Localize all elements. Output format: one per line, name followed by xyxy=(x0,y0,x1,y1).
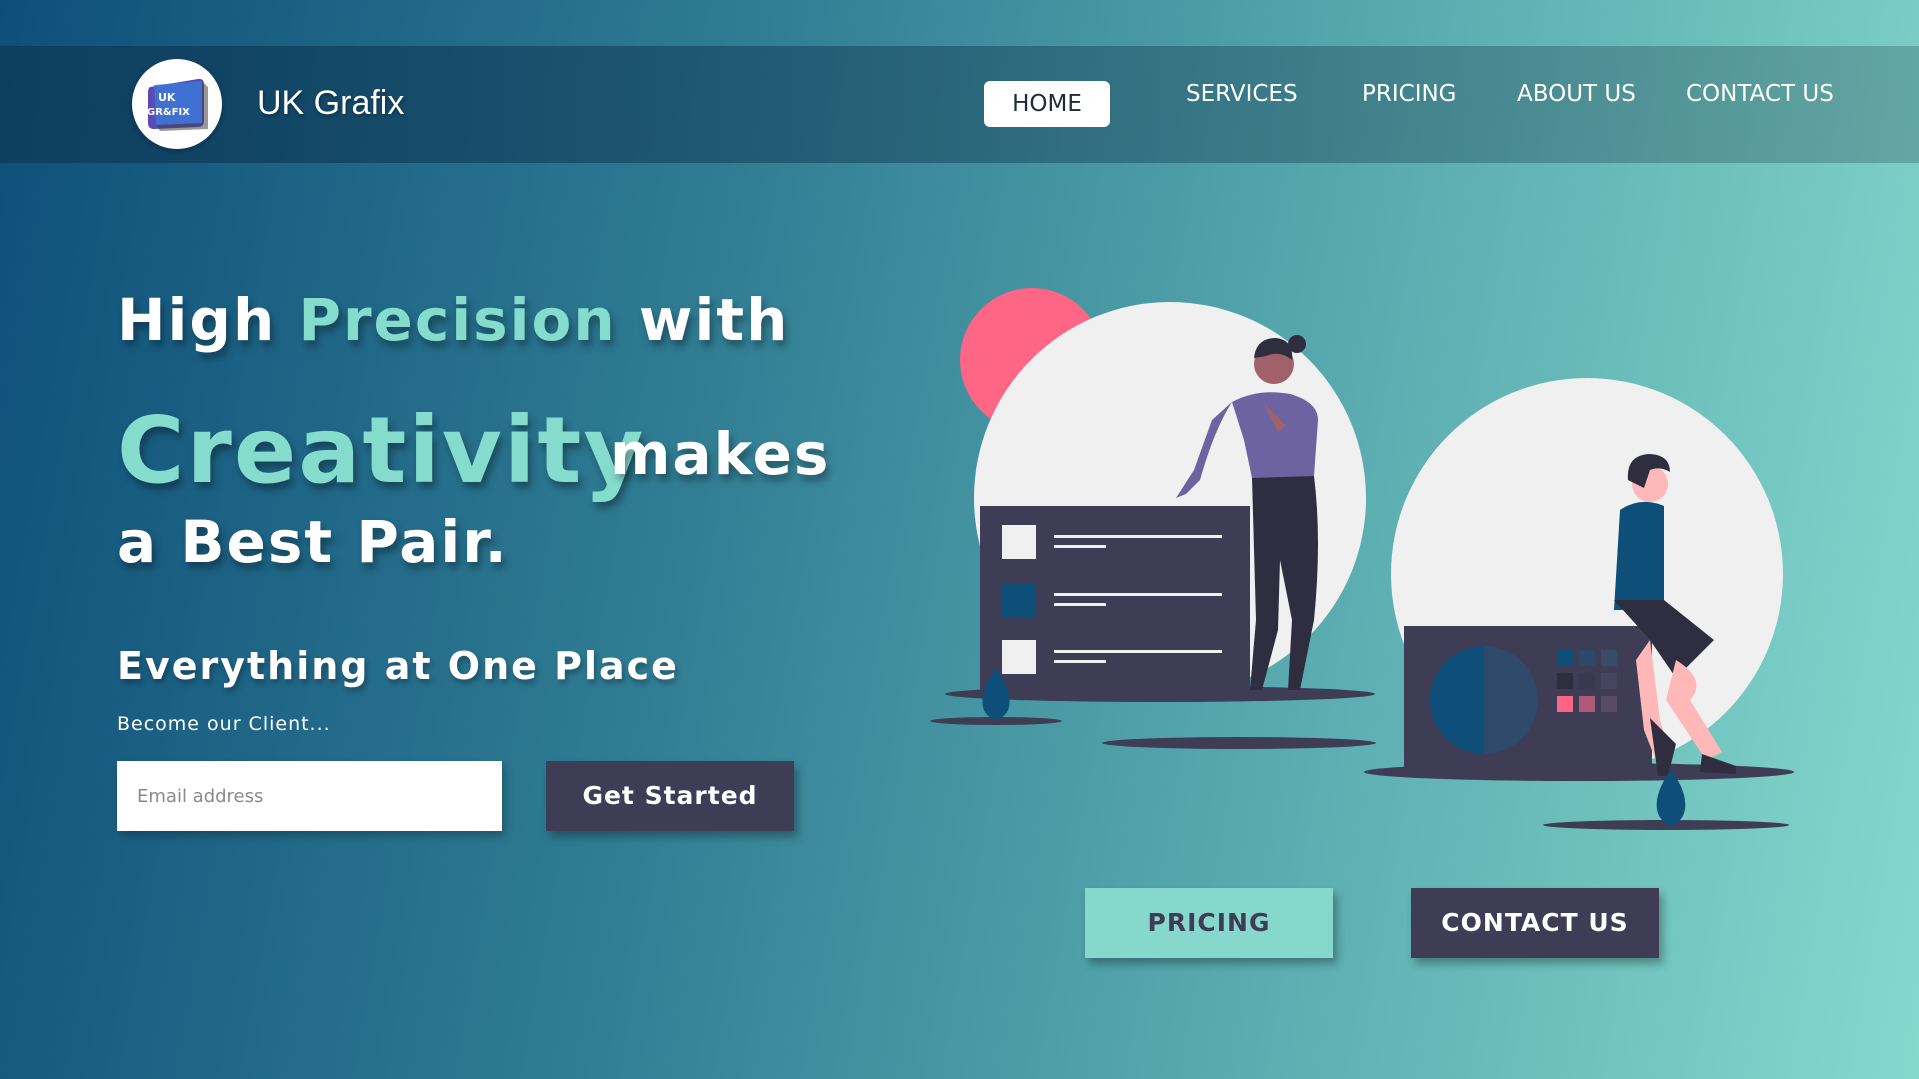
pricing-button[interactable]: PRICING xyxy=(1085,888,1333,958)
contact-us-button[interactable]: CONTACT US xyxy=(1411,888,1659,958)
chart-board xyxy=(1404,626,1652,772)
floor-shadow-mid xyxy=(1102,737,1376,749)
list-board xyxy=(980,506,1250,690)
